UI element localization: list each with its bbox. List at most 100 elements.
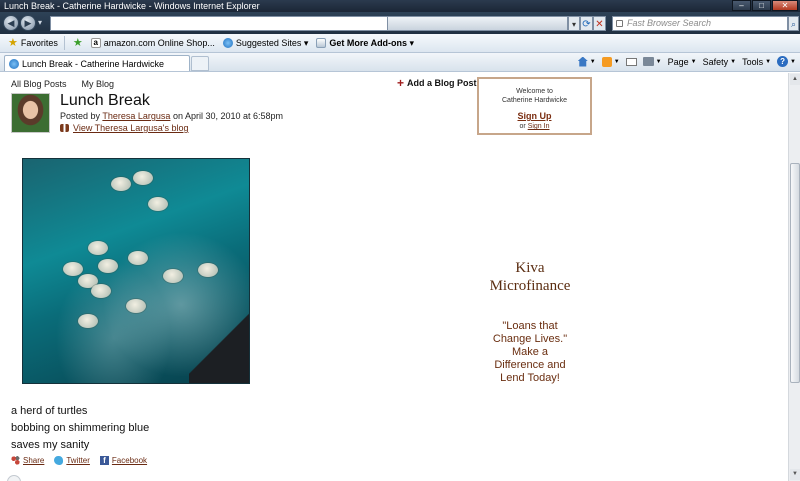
share-link[interactable]: Share	[23, 456, 44, 465]
search-icon[interactable]: ⌕	[788, 16, 799, 31]
kiva-tagline-line: Lend Today!	[500, 372, 560, 384]
turtle	[148, 197, 168, 211]
chevron-down-icon: ▼	[589, 58, 596, 65]
turtle	[133, 171, 153, 185]
view-blog-link[interactable]: View Theresa Largusa's blog	[73, 123, 188, 133]
print-button[interactable]: ▼	[642, 57, 662, 66]
favorite-link-get-addons[interactable]: Get More Add-ons ▾	[316, 38, 414, 49]
favorite-link-suggested-sites[interactable]: Suggested Sites ▾	[222, 37, 309, 49]
favorite-link-amazon[interactable]: a amazon.com Online Shop...	[90, 38, 215, 48]
tab-bar: Lunch Break - Catherine Hardwicke ▼ ▼ ▼ …	[0, 53, 800, 72]
new-tab-button[interactable]	[191, 56, 209, 71]
add-to-favorites-button[interactable]: ★	[73, 37, 83, 49]
refresh-icon[interactable]: ⟳	[580, 16, 593, 31]
ie-icon	[222, 38, 233, 48]
scrollbar-thumb[interactable]	[790, 163, 800, 383]
address-bar-extension	[388, 16, 568, 31]
author-link[interactable]: Theresa Largusa	[102, 111, 170, 121]
rss-icon	[601, 56, 612, 67]
turtle	[198, 263, 218, 277]
signin-line: or Sign In	[479, 122, 590, 131]
favorite-link-label: Suggested Sites ▾	[235, 37, 309, 48]
kiva-tagline-line: "Loans that	[502, 320, 558, 332]
page-menu-label: Page	[667, 56, 689, 67]
kiva-tagline-line: Make a	[511, 346, 549, 358]
turtles-photo	[22, 158, 250, 384]
close-button[interactable]: ✕	[772, 0, 798, 11]
search-provider-icon	[616, 20, 623, 27]
search-input[interactable]: Fast Browser Search	[612, 16, 788, 31]
plus-icon: +	[397, 75, 405, 90]
chevron-down-icon: ▼	[790, 58, 796, 65]
star-icon: ★	[8, 36, 18, 49]
turtle	[63, 262, 83, 276]
welcome-text: Welcome to	[516, 88, 553, 95]
post-date: on April 30, 2010 at 6:58pm	[172, 111, 284, 121]
post-body: a herd of turtles bobbing on shimmering …	[11, 403, 149, 454]
tools-menu[interactable]: Tools ▼	[742, 57, 771, 67]
minimize-button[interactable]: –	[732, 0, 751, 11]
poem-line: a herd of turtles	[11, 405, 88, 417]
forward-arrow-icon[interactable]: ▶	[20, 15, 36, 31]
mail-button[interactable]	[625, 57, 637, 66]
scroll-down-icon[interactable]: ▼	[790, 469, 800, 480]
kiva-ad-tagline[interactable]: "Loans that Change Lives." Make a Differ…	[470, 320, 590, 385]
favorite-link-label: amazon.com Online Shop...	[103, 38, 215, 48]
signin-box: Welcome to Catherine Hardwicke Sign Up o…	[477, 77, 592, 135]
vertical-scrollbar[interactable]: ▲ ▼	[788, 73, 800, 481]
address-dropdown-icon[interactable]: ▾	[568, 16, 580, 31]
kiva-tagline-line: Change Lives."	[492, 333, 568, 345]
scroll-up-icon[interactable]: ▲	[790, 74, 800, 85]
home-icon	[577, 56, 588, 67]
amazon-icon: a	[90, 38, 101, 48]
add-blog-post-button[interactable]: + Add a Blog Post	[397, 75, 477, 90]
facebook-link[interactable]: Facebook	[112, 456, 147, 465]
author-avatar[interactable]	[11, 93, 50, 133]
kiva-ad-title-line: Microfinance	[489, 278, 571, 294]
print-icon	[642, 57, 654, 66]
posted-by-prefix: Posted by	[60, 111, 101, 121]
recent-pages-dropdown-icon[interactable]: ▾	[38, 18, 42, 27]
favorites-button[interactable]: ★ Favorites	[8, 36, 58, 49]
chevron-down-icon: ▼	[655, 58, 662, 65]
post-byline: Posted by Theresa Largusa on April 30, 2…	[60, 111, 283, 121]
sign-up-link[interactable]: Sign Up	[479, 112, 590, 121]
turtle	[88, 241, 108, 255]
chevron-down-icon: ▼	[765, 58, 772, 65]
twitter-icon	[54, 456, 64, 465]
window-controls: – □ ✕	[732, 0, 798, 11]
twitter-link[interactable]: Twitter	[66, 456, 90, 465]
sign-in-link[interactable]: Sign In	[528, 123, 550, 130]
favorite-link-label: Get More Add-ons ▾	[329, 37, 415, 48]
tab-lunch-break[interactable]: Lunch Break - Catherine Hardwicke	[4, 55, 190, 71]
help-button[interactable]: ? ▼	[777, 56, 796, 67]
share-button[interactable]: Share	[11, 456, 44, 465]
feeds-button[interactable]: ▼	[601, 56, 620, 67]
turtle	[163, 269, 183, 283]
ie-icon	[9, 58, 19, 69]
stop-icon[interactable]: ✕	[593, 16, 606, 31]
kiva-ad-title-line: Kiva	[515, 260, 545, 276]
poem-line: saves my sanity	[11, 439, 90, 451]
favorites-bar: ★ Favorites ★ a amazon.com Online Shop..…	[0, 34, 800, 53]
or-text: or	[519, 123, 526, 130]
twitter-button[interactable]: Twitter	[54, 456, 90, 465]
all-blog-posts-link[interactable]: All Blog Posts	[11, 79, 67, 89]
safety-menu[interactable]: Safety ▼	[703, 57, 736, 67]
turtle	[91, 284, 111, 298]
window-title: Lunch Break - Catherine Hardwicke - Wind…	[4, 1, 260, 11]
addons-icon	[316, 38, 327, 48]
home-button[interactable]: ▼	[577, 56, 596, 67]
page-viewport: All Blog Posts My Blog + Add a Blog Post…	[0, 73, 788, 481]
address-input[interactable]	[50, 16, 388, 31]
social-share-bar: Share Twitter f Facebook	[11, 456, 147, 465]
post-title: Lunch Break	[60, 92, 150, 109]
maximize-button[interactable]: □	[752, 0, 771, 11]
my-blog-link[interactable]: My Blog	[82, 79, 115, 89]
page-menu[interactable]: Page ▼	[668, 57, 697, 67]
back-arrow-icon[interactable]: ◀	[3, 15, 19, 31]
facebook-icon: f	[99, 456, 109, 465]
facebook-button[interactable]: f Facebook	[99, 456, 147, 465]
chevron-down-icon: ▼	[730, 58, 737, 65]
kiva-ad-title[interactable]: Kiva Microfinance	[470, 259, 590, 295]
